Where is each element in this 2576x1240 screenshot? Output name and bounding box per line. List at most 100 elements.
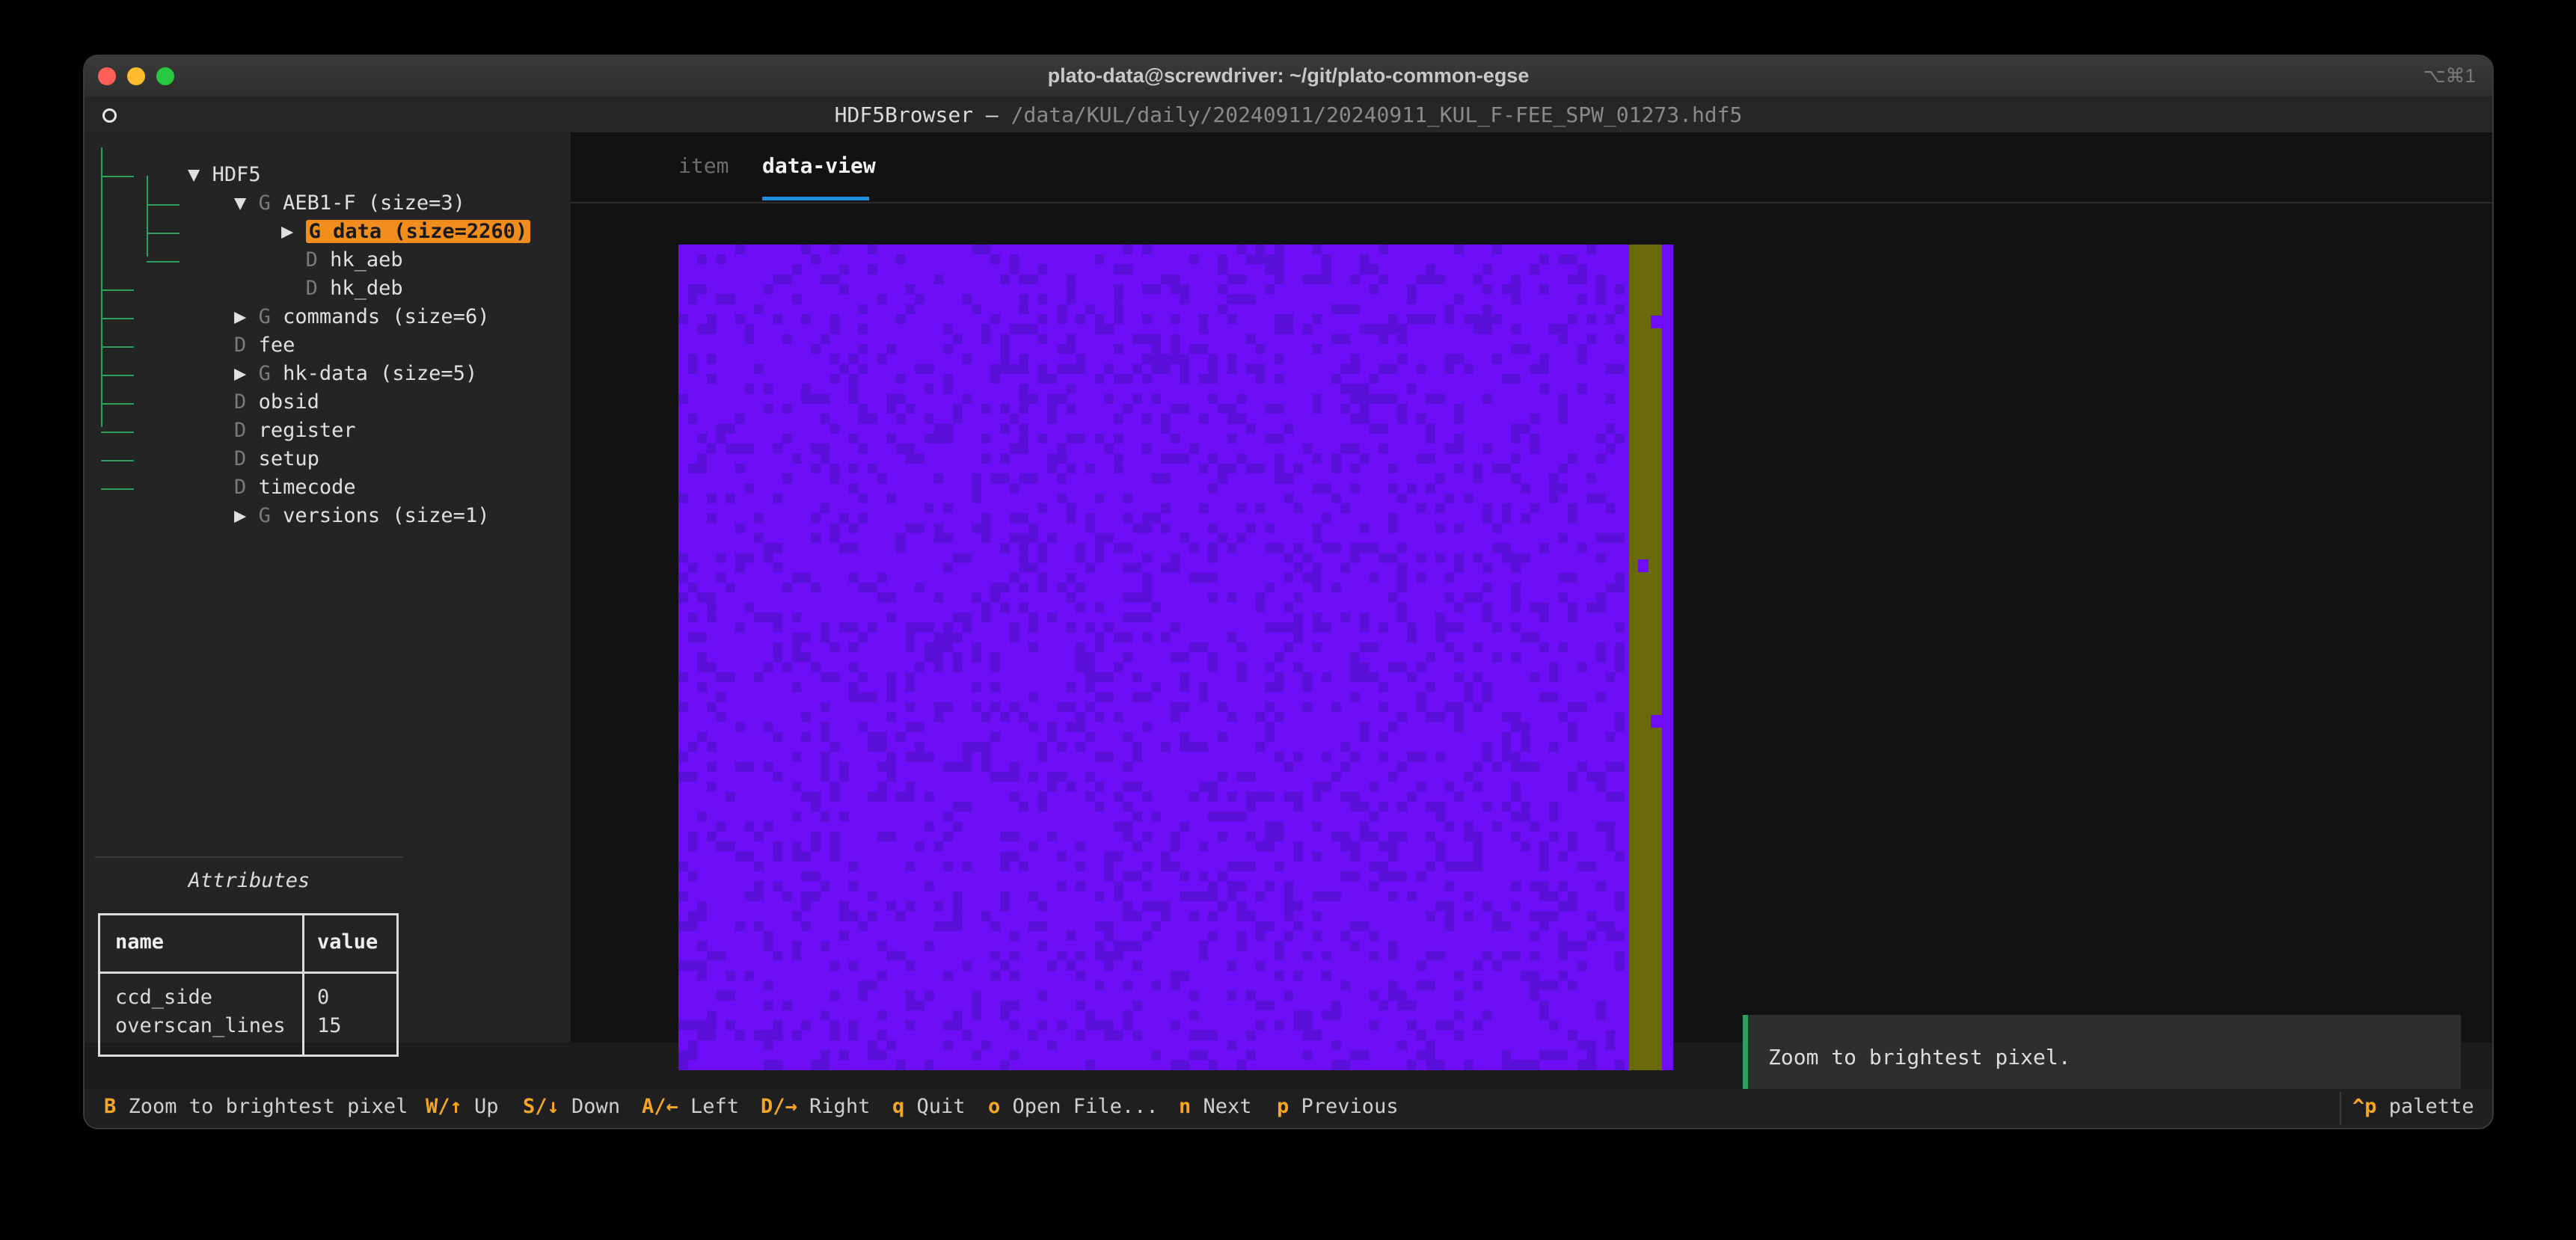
heatmap-pixel bbox=[1170, 1020, 1180, 1031]
tree-branch bbox=[101, 460, 134, 461]
heatmap-pixel bbox=[1141, 553, 1152, 563]
heatmap-pixel bbox=[1057, 702, 1067, 713]
tree-item-fee[interactable]: D fee bbox=[137, 303, 295, 357]
tree-item-hk-deb[interactable]: D hk_deb bbox=[184, 246, 403, 300]
heatmap-pixel bbox=[1359, 662, 1370, 672]
heatmap-pixel bbox=[1539, 543, 1549, 553]
heatmap-pixel bbox=[1379, 443, 1388, 454]
heatmap-pixel bbox=[1000, 900, 1010, 912]
heatmap-pixel bbox=[678, 1060, 688, 1070]
tree-item-register[interactable]: D register bbox=[137, 388, 356, 442]
heatmap-pixel bbox=[1274, 403, 1284, 414]
expand-toggle-icon[interactable]: ▶ bbox=[234, 504, 246, 527]
heatmap-pixel bbox=[915, 742, 924, 752]
heatmap-pixel bbox=[1463, 821, 1473, 832]
footer-binding-up[interactable]: W/↑ Up bbox=[426, 1095, 499, 1118]
heatmap-pixel bbox=[1085, 662, 1095, 672]
heatmap-pixel bbox=[1568, 891, 1577, 901]
heatmap-pixel bbox=[1141, 443, 1152, 454]
footer-binding-zoom[interactable]: B Zoom to brightest pixel bbox=[104, 1095, 408, 1118]
heatmap-pixel bbox=[1189, 1050, 1199, 1061]
footer-binding-quit[interactable]: q Quit bbox=[892, 1095, 966, 1118]
footer-binding-next[interactable]: n Next bbox=[1179, 1095, 1252, 1118]
heatmap-pixel bbox=[706, 613, 717, 623]
heatmap-pixel bbox=[924, 642, 934, 653]
tree-item-versions[interactable]: ▶ G versions (size=1) bbox=[137, 473, 489, 527]
heatmap-pixel bbox=[1539, 861, 1549, 871]
heatmap-pixel bbox=[1094, 782, 1105, 792]
heatmap-pixel bbox=[943, 831, 953, 842]
key-label: p bbox=[1277, 1095, 1289, 1118]
tree-item-hk-aeb[interactable]: D hk_aeb bbox=[184, 218, 403, 271]
heatmap-pixel bbox=[678, 960, 688, 971]
heatmap-pixel bbox=[1274, 453, 1284, 464]
footer-binding-right[interactable]: D/→ Right bbox=[761, 1095, 870, 1118]
heatmap-pixel bbox=[1463, 891, 1473, 901]
heatmap-pixel bbox=[933, 274, 944, 285]
heatmap-pixel bbox=[868, 1050, 877, 1061]
heatmap-pixel bbox=[687, 613, 698, 623]
footer-binding-open-file[interactable]: o Open File... bbox=[988, 1095, 1159, 1118]
tree-item-data[interactable]: ▶ G data (size=2260) bbox=[184, 189, 531, 243]
heatmap-pixel bbox=[933, 592, 944, 603]
heatmap-pixel bbox=[1236, 861, 1246, 871]
heatmap-pixel bbox=[858, 403, 868, 414]
heatmap-pixel bbox=[1548, 911, 1559, 921]
heatmap-pixel bbox=[990, 771, 1001, 782]
heatmap-pixel bbox=[1255, 960, 1266, 971]
heatmap-pixel bbox=[943, 373, 953, 384]
heatmap-pixel bbox=[1558, 900, 1568, 912]
heatmap-pixel bbox=[1123, 1010, 1133, 1021]
key-label: B bbox=[104, 1095, 117, 1118]
heatmap-pixel bbox=[1520, 513, 1530, 524]
tree-item-timecode[interactable]: D timecode bbox=[137, 445, 356, 499]
heatmap-pixel bbox=[1113, 414, 1123, 424]
heatmap-pixel bbox=[1596, 553, 1606, 563]
footer-binding-down[interactable]: S/↓ Down bbox=[523, 1095, 620, 1118]
heatmap-pixel bbox=[1189, 911, 1199, 921]
tree-item-commands[interactable]: ▶ G commands (size=6) bbox=[137, 274, 489, 328]
heatmap-pixel bbox=[1170, 562, 1180, 573]
tree-item-hk-data[interactable]: ▶ G hk-data (size=5) bbox=[137, 331, 477, 385]
heatmap-pixel bbox=[1577, 1040, 1587, 1051]
heatmap-pixel bbox=[1444, 592, 1455, 603]
heatmap-pixel bbox=[1028, 532, 1038, 544]
heatmap-pixel bbox=[1189, 891, 1199, 901]
tree-item-obsid[interactable]: D obsid bbox=[137, 360, 319, 414]
heatmap-pixel bbox=[1426, 682, 1435, 693]
heatmap-pixel bbox=[1170, 354, 1180, 364]
heatmap-pixel bbox=[1416, 414, 1426, 424]
heatmap-pixel bbox=[868, 692, 877, 702]
heatmap-pixel bbox=[1473, 702, 1483, 713]
heatmap-pixel bbox=[1085, 731, 1095, 743]
footer-binding-palette[interactable]: ^p palette bbox=[2352, 1095, 2474, 1118]
tab-item[interactable]: item bbox=[678, 153, 729, 178]
tree-item-aeb1-f[interactable]: ▼ G AEB1-F (size=3) bbox=[137, 161, 465, 215]
tree-item-setup[interactable]: D setup bbox=[137, 417, 319, 470]
heatmap-pixel bbox=[1009, 513, 1019, 524]
heatmap-pixel bbox=[1141, 900, 1152, 912]
heatmap-pixel bbox=[1066, 930, 1076, 942]
heatmap-pixel bbox=[1511, 752, 1521, 762]
heatmap-pixel bbox=[1520, 632, 1530, 643]
heatmap-pixel bbox=[1246, 1050, 1256, 1061]
heatmap-pixel bbox=[1539, 911, 1549, 921]
heatmap-pixel bbox=[1141, 334, 1152, 345]
heatmap-pixel bbox=[791, 782, 802, 792]
heatmap-pixel bbox=[1387, 513, 1398, 524]
heatmap-pixel bbox=[981, 761, 991, 772]
heatmap-pixel bbox=[1066, 463, 1076, 473]
heatmap-pixel bbox=[1397, 572, 1408, 583]
footer-binding-previous[interactable]: p Previous bbox=[1277, 1095, 1399, 1118]
heatmap-pixel bbox=[829, 532, 840, 544]
tab-data-view[interactable]: data-view bbox=[762, 153, 876, 178]
heatmap-pixel bbox=[1577, 354, 1587, 364]
heatmap-pixel bbox=[1104, 692, 1114, 702]
heatmap-pixel bbox=[1416, 662, 1426, 672]
footer-binding-left[interactable]: A/← Left bbox=[642, 1095, 739, 1118]
tree-root[interactable]: ▼ HDF5 bbox=[91, 132, 261, 186]
ccd-image-heatmap[interactable] bbox=[678, 245, 1673, 1070]
heatmap-pixel bbox=[972, 1050, 981, 1061]
heatmap-pixel bbox=[1284, 324, 1294, 334]
heatmap-pixel bbox=[1454, 403, 1464, 414]
